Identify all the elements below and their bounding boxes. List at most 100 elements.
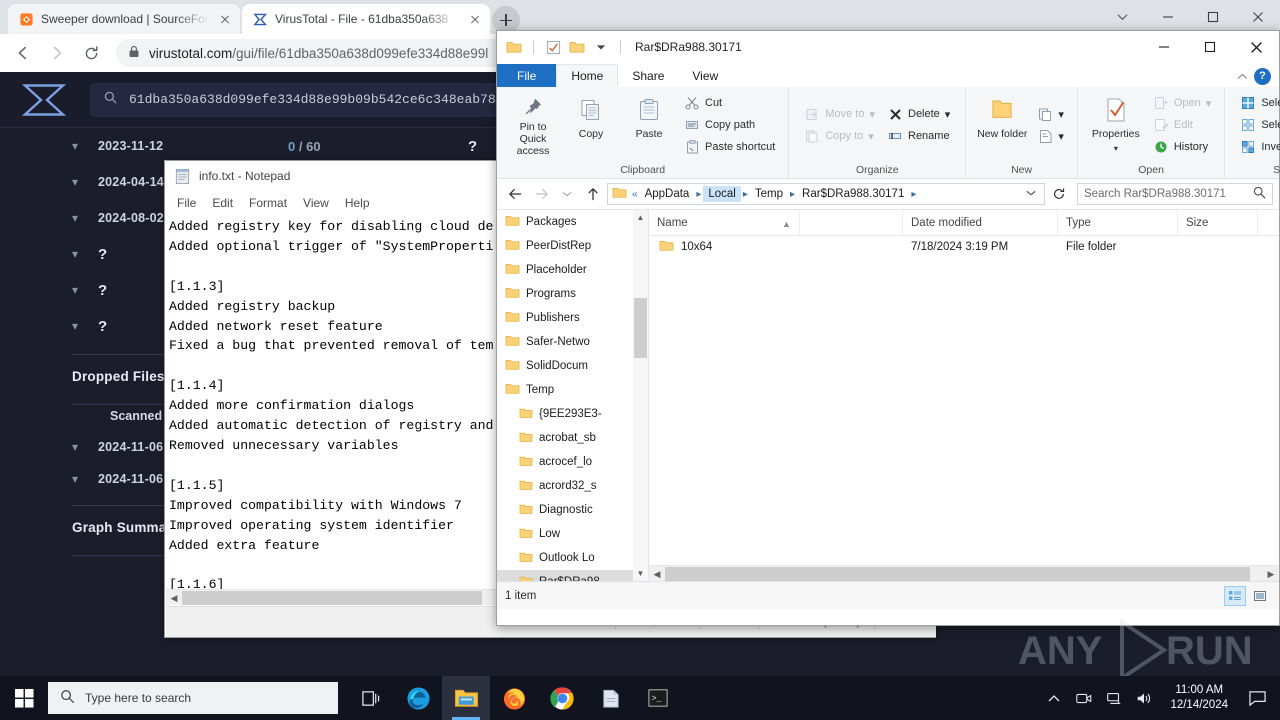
- tree-item[interactable]: acrocef_lo: [497, 450, 648, 474]
- chevron-right-icon[interactable]: ▸: [743, 189, 748, 200]
- help-icon[interactable]: ?: [1254, 67, 1271, 85]
- breadcrumb-item-local[interactable]: Local: [703, 186, 741, 202]
- close-icon[interactable]: [466, 10, 484, 28]
- menu-edit[interactable]: Edit: [212, 196, 233, 210]
- scroll-right-icon[interactable]: ▶: [1263, 566, 1279, 582]
- scroll-left-icon[interactable]: ◀: [166, 590, 182, 606]
- chevron-up-icon[interactable]: [1237, 67, 1248, 85]
- browser-maximize-button[interactable]: [1190, 0, 1235, 34]
- navpane-scrollbar[interactable]: ▲ ▼: [633, 210, 648, 581]
- chevron-down-icon[interactable]: ▾: [72, 211, 98, 225]
- move-to-button[interactable]: Move to ▾: [799, 105, 880, 124]
- file-list-horizontal-scrollbar[interactable]: ◀ ▶: [649, 565, 1279, 581]
- large-icons-view-icon[interactable]: [1249, 586, 1271, 606]
- forward-icon[interactable]: [42, 38, 72, 68]
- rename-button[interactable]: Rename: [882, 127, 955, 146]
- taskbar-clock[interactable]: 11:00 AM 12/14/2024: [1164, 683, 1234, 713]
- notepad-icon[interactable]: [586, 676, 634, 720]
- chevron-down-icon[interactable]: ▾: [72, 319, 98, 333]
- invert-selection-button[interactable]: Invert selection: [1235, 138, 1280, 157]
- new-folder-icon[interactable]: [568, 38, 586, 56]
- folder-icon[interactable]: [505, 38, 523, 56]
- chevron-down-icon[interactable]: ▾: [72, 283, 98, 297]
- browser-tab-1[interactable]: VirusTotal - File - 61dba350a638: [242, 4, 490, 34]
- browser-tab-0[interactable]: Sweeper download | SourceForg: [8, 4, 240, 34]
- camera-icon[interactable]: [1074, 688, 1094, 708]
- tree-item[interactable]: Temp: [497, 378, 648, 402]
- file-list-pane[interactable]: Name Date modified Type Size ▲ 10x64 7/1…: [649, 209, 1279, 581]
- menu-format[interactable]: Format: [249, 196, 287, 210]
- close-icon[interactable]: [216, 10, 234, 28]
- search-icon[interactable]: [1253, 186, 1266, 202]
- task-view-icon[interactable]: [346, 676, 394, 720]
- action-center-icon[interactable]: [1244, 687, 1270, 709]
- network-icon[interactable]: [1104, 688, 1124, 708]
- caret-icon[interactable]: ▾: [1058, 130, 1064, 143]
- taskbar-search-input[interactable]: Type here to search: [48, 682, 338, 714]
- menu-view[interactable]: View: [303, 196, 329, 210]
- breadcrumb[interactable]: « AppData ▸ Local ▸ Temp ▸ Rar$DRa988.30…: [607, 183, 1045, 205]
- chevron-right-icon[interactable]: ▸: [790, 189, 795, 200]
- chrome-icon[interactable]: [538, 676, 586, 720]
- scrollbar-thumb[interactable]: [665, 567, 1250, 581]
- menu-help[interactable]: Help: [345, 196, 370, 210]
- show-hidden-icons-chevron[interactable]: [1044, 688, 1064, 708]
- tree-item[interactable]: SolidDocum: [497, 354, 648, 378]
- history-button[interactable]: History: [1148, 138, 1216, 157]
- address-dropdown-chevron-down-icon[interactable]: [1020, 188, 1042, 200]
- copy-button[interactable]: Copy: [563, 91, 619, 157]
- chevron-down-icon[interactable]: ▾: [72, 440, 98, 454]
- tree-item-selected[interactable]: Rar$DRa98: [497, 570, 648, 581]
- caret-icon[interactable]: ▾: [869, 108, 875, 121]
- scrollbar-thumb[interactable]: [634, 298, 647, 358]
- scroll-down-icon[interactable]: ▼: [633, 566, 648, 581]
- back-arrow-icon[interactable]: [503, 182, 527, 206]
- tree-item[interactable]: Publishers: [497, 306, 648, 330]
- caret-icon[interactable]: ▾: [1114, 143, 1118, 155]
- caret-icon[interactable]: ▾: [868, 130, 874, 143]
- tree-item[interactable]: Packages: [497, 210, 648, 234]
- tree-item[interactable]: Safer-Netwo: [497, 330, 648, 354]
- tab-home[interactable]: Home: [556, 64, 619, 87]
- select-all-button[interactable]: Select all: [1235, 94, 1280, 113]
- caret-icon[interactable]: ▾: [1206, 97, 1212, 110]
- explorer-close-button[interactable]: [1233, 31, 1279, 63]
- explorer-minimize-button[interactable]: [1141, 31, 1187, 63]
- edit-button[interactable]: Edit: [1148, 116, 1216, 135]
- tree-item[interactable]: Outlook Lo: [497, 546, 648, 570]
- reload-icon[interactable]: [76, 38, 106, 68]
- browser-minimize-button[interactable]: [1145, 0, 1190, 34]
- navigation-pane[interactable]: Packages PeerDistRep Placeholder Program…: [497, 210, 649, 581]
- scrollbar-thumb[interactable]: [182, 591, 482, 605]
- back-icon[interactable]: [8, 38, 38, 68]
- breadcrumb-item-rar[interactable]: Rar$DRa988.30171: [797, 186, 909, 202]
- properties-button[interactable]: Properties ▾: [1086, 91, 1146, 157]
- caret-icon[interactable]: ▾: [945, 108, 951, 121]
- chevron-down-icon[interactable]: ▾: [72, 247, 98, 261]
- tree-item[interactable]: {9EE293E3-: [497, 402, 648, 426]
- chevron-right-icon[interactable]: ▸: [696, 189, 701, 200]
- tree-item[interactable]: Programs: [497, 282, 648, 306]
- tree-item[interactable]: PeerDistRep: [497, 234, 648, 258]
- tree-item[interactable]: Diagnostic: [497, 498, 648, 522]
- refresh-icon[interactable]: [1047, 182, 1071, 206]
- column-header-type[interactable]: Type: [1058, 209, 1178, 236]
- paste-button[interactable]: Paste: [621, 91, 677, 157]
- menu-file[interactable]: File: [177, 196, 196, 210]
- forward-arrow-icon[interactable]: [529, 182, 553, 206]
- new-folder-button[interactable]: New folder: [974, 91, 1030, 157]
- tree-item[interactable]: acrobat_sb: [497, 426, 648, 450]
- breadcrumb-overflow[interactable]: «: [632, 189, 638, 200]
- windows-start-icon[interactable]: [0, 676, 48, 720]
- delete-button[interactable]: Delete ▾: [882, 105, 955, 124]
- cut-button[interactable]: Cut: [679, 94, 780, 113]
- explorer-maximize-button[interactable]: [1187, 31, 1233, 63]
- up-arrow-icon[interactable]: [581, 182, 605, 206]
- tree-item[interactable]: acrord32_s: [497, 474, 648, 498]
- recent-locations-chevron-down-icon[interactable]: [555, 182, 579, 206]
- edge-icon[interactable]: [394, 676, 442, 720]
- tab-file[interactable]: File: [497, 64, 557, 87]
- breadcrumb-item-temp[interactable]: Temp: [750, 186, 788, 202]
- tree-item[interactable]: Placeholder: [497, 258, 648, 282]
- caret-icon[interactable]: ▾: [1058, 108, 1064, 121]
